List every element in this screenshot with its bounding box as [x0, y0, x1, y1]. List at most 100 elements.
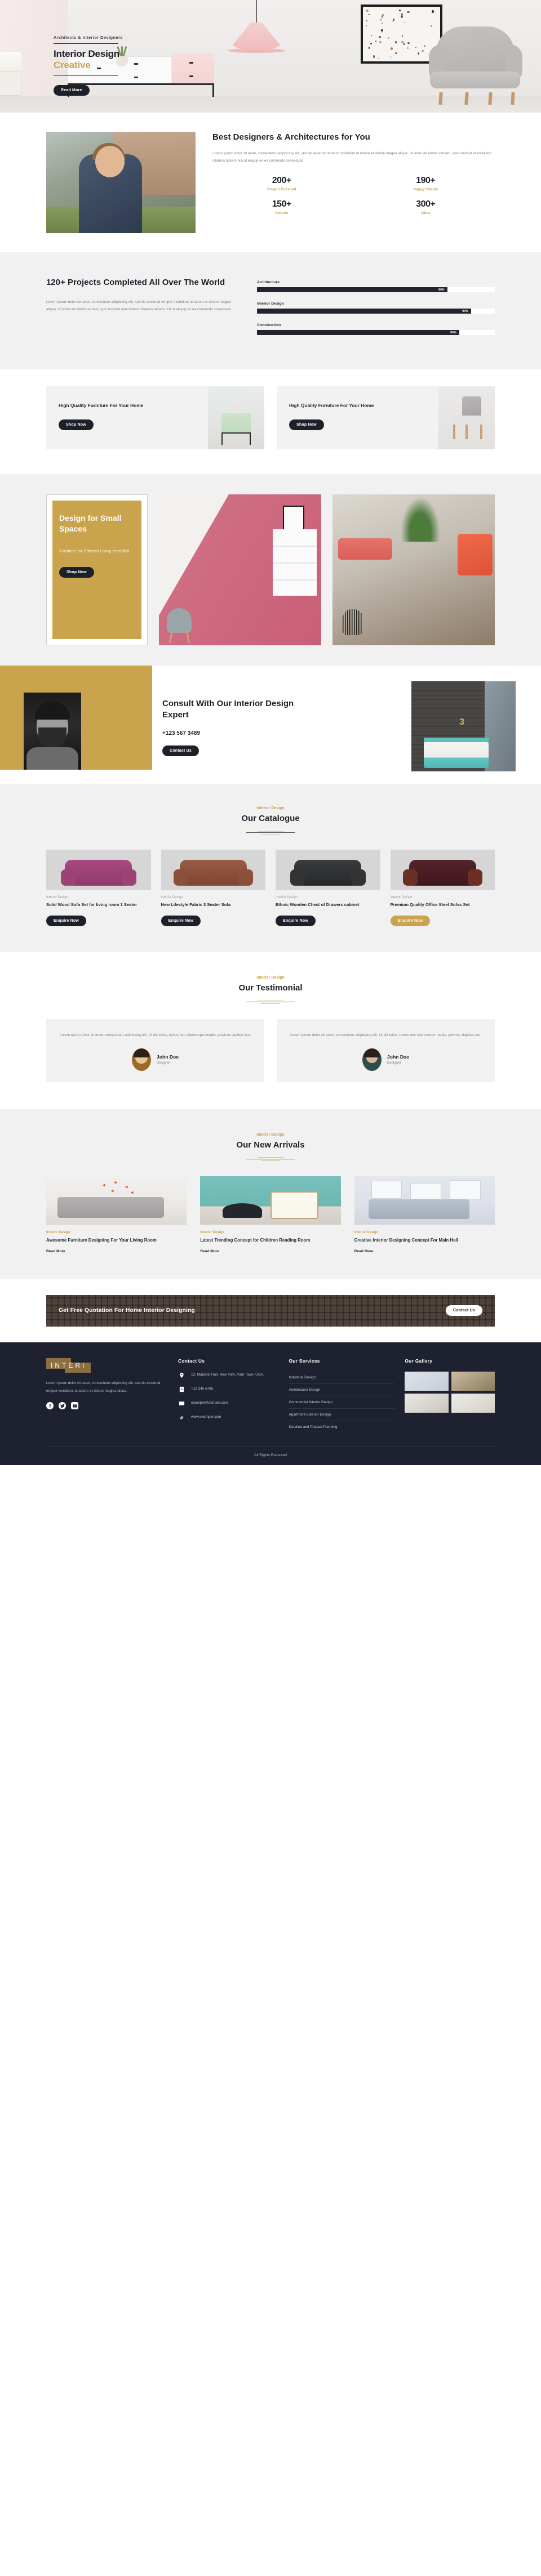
footer-brand-column: INTERI Lorem ipsum dolor sit amet, conse… [46, 1358, 168, 1433]
footer-service-link[interactable]: Commercial Interior Design [289, 1396, 394, 1409]
cta-heading: Get Free Quotation For Home Interior Des… [59, 1307, 195, 1314]
catalogue-tag: Interior Design [391, 896, 495, 899]
testimonial-quote: Lorem ipsum dolor sit amet, consectetur … [60, 1032, 251, 1039]
hero-rule-bottom [54, 75, 118, 77]
footer-service-link[interactable]: Apartment Exterior Design [289, 1409, 394, 1421]
footer-logo-text: INTERI [51, 1361, 86, 1369]
promo-shop-now-button[interactable]: Shop Now [289, 419, 324, 430]
catalogue-enquire-button[interactable]: Enquire Now [391, 916, 431, 926]
catalogue-enquire-button[interactable]: Enquire Now [46, 916, 86, 926]
catalogue-eyebrow: Interior Design [46, 806, 495, 810]
contact-email[interactable]: example@domain.com [178, 1400, 278, 1407]
consult-section: Consult With Our Interior Design Expert … [0, 666, 541, 784]
arrival-card[interactable]: Interior Design Latest Trending Concept … [200, 1176, 340, 1253]
catalogue-name: Premium Quality Office Steel Sofas Set [391, 901, 495, 909]
footer-services-column: Our Services Industrial Design Architect… [289, 1358, 394, 1433]
location-pin-icon [178, 1372, 185, 1379]
testimonial-role: Designer [157, 1061, 179, 1065]
arrival-tag: Interior Design [46, 1231, 187, 1234]
cta-banner: Get Free Quotation For Home Interior Des… [46, 1295, 495, 1327]
arrival-title: Latest Trending Concept for Children Rea… [200, 1236, 340, 1244]
arrival-read-more-link[interactable]: Read More [200, 1249, 340, 1253]
small-spaces-heading: Design for Small Spaces [59, 513, 134, 534]
arrival-read-more-link[interactable]: Read More [354, 1249, 495, 1253]
catalogue-tag: Interior Design [46, 896, 151, 899]
storage-boxes [0, 71, 21, 96]
consultant-photo [24, 693, 81, 770]
contact-website[interactable]: www.example.com [178, 1414, 278, 1421]
table-lamp [0, 52, 21, 71]
social-links [46, 1402, 168, 1409]
contact-address: 12, Majestic Hall, New York, Park Town, … [178, 1372, 278, 1379]
footer-about: Lorem ipsum dolor sit amet, consectetur … [46, 1379, 168, 1395]
cta-section: Get Free Quotation For Home Interior Des… [0, 1279, 541, 1342]
consult-contact-button[interactable]: Contact Us [162, 745, 199, 756]
youtube-icon[interactable] [71, 1402, 78, 1409]
skill-track: 80% [257, 287, 495, 292]
catalogue-enquire-button[interactable]: Enquire Now [161, 916, 201, 926]
small-spaces-card: Design for Small Spaces Furniture for Ef… [46, 494, 148, 645]
footer-logo[interactable]: INTERI [46, 1358, 91, 1373]
arrival-tag: Interior Design [200, 1231, 340, 1234]
testimonial-card: Lorem ipsum dolor sit amet, consectetur … [46, 1019, 264, 1082]
gallery-thumb[interactable] [451, 1394, 495, 1413]
catalogue-tag: Interior Design [161, 896, 266, 899]
arrivals-eyebrow: Interior Design [46, 1133, 495, 1137]
skill-label: Construction [257, 323, 495, 327]
promo-shop-now-button[interactable]: Shop Now [59, 419, 94, 430]
catalogue-item[interactable]: Interior Design Premium Quality Office S… [391, 850, 495, 926]
skill-label: Architecture [257, 280, 495, 284]
link-icon [178, 1414, 185, 1421]
projects-heading: 120+ Projects Completed All Over The Wor… [46, 277, 232, 288]
consult-room-image: 3 [411, 681, 516, 771]
catalogue-item[interactable]: Interior Design Solid Wood Sofa Set for … [46, 850, 151, 926]
catalogue-item[interactable]: Interior Design New Lifestyle Fabric 3 S… [161, 850, 266, 926]
small-spaces-shop-now-button[interactable]: Shop Now [59, 567, 94, 578]
testimonial-name: John Doe [387, 1054, 409, 1060]
testimonial-card: Lorem ipsum dolor sit amet, consectetur … [277, 1019, 495, 1082]
footer-contact-heading: Contact Us [178, 1358, 278, 1364]
gallery-thumb[interactable] [451, 1372, 495, 1391]
catalogue-enquire-button[interactable]: Enquire Now [276, 916, 316, 926]
consult-phone[interactable]: +123 567 3489 [162, 730, 309, 736]
arrival-read-more-link[interactable]: Read More [46, 1249, 187, 1253]
section-ornament [246, 1157, 295, 1162]
arrival-title: Awesome Furniture Designing For Your Liv… [46, 1236, 187, 1244]
cta-contact-button[interactable]: Contact Us [446, 1305, 482, 1316]
testimonial-name: John Doe [157, 1054, 179, 1060]
facebook-icon[interactable] [46, 1402, 54, 1409]
footer-service-link[interactable]: Detailed and Phased Planning [289, 1421, 394, 1433]
designer-photo [46, 132, 196, 233]
stat-label: Awards [212, 211, 351, 215]
catalogue-image [161, 850, 266, 890]
hero-title-line2: Creative [54, 60, 123, 71]
hero-read-more-button[interactable]: Read More [54, 85, 90, 96]
arrival-card[interactable]: Interior Design Awesome Furniture Design… [46, 1176, 187, 1253]
skill-track: 90% [257, 309, 495, 314]
gallery-thumb[interactable] [405, 1372, 448, 1391]
gallery-thumb[interactable] [405, 1394, 448, 1413]
footer-service-link[interactable]: Industrial Design [289, 1372, 394, 1384]
promo-section: High Quality Furniture For Your Home Sho… [0, 369, 541, 474]
skill-bars-chart: Architecture 80% Interior Design 90% Con… [257, 277, 495, 345]
promo-card[interactable]: High Quality Furniture For Your Home Sho… [46, 386, 264, 449]
small-spaces-subtext: Furniture for Efficient Living from $68 [59, 547, 134, 556]
arrival-card[interactable]: Interior Design Creative Interior Design… [354, 1176, 495, 1253]
stat-label: Happy Clients [357, 187, 495, 191]
stat-item: 200+ Project Finished [212, 176, 351, 191]
arrival-title: Creative Interior Designing Concept For … [354, 1236, 495, 1244]
projects-paragraph: Lorem ipsum dolor sit amet, consectetur … [46, 298, 232, 313]
footer-service-link[interactable]: Architecture Design [289, 1384, 394, 1396]
twitter-icon[interactable] [59, 1402, 66, 1409]
skill-label: Interior Design [257, 302, 495, 306]
site-footer: INTERI Lorem ipsum dolor sit amet, conse… [0, 1342, 541, 1465]
section-ornament [246, 999, 295, 1004]
about-paragraph: Lorem ipsum dolor sit amet, consectetur … [212, 150, 495, 164]
hero-banner: Architects & Interior Designers Interior… [0, 0, 541, 113]
catalogue-item[interactable]: Interior Design Ethnic Wooden Chest of D… [276, 850, 380, 926]
arrivals-section: Interior Design Our New Arrivals Interio… [0, 1109, 541, 1279]
promo-card[interactable]: High Quality Furniture For Your Home Sho… [277, 386, 495, 449]
promo-image [208, 386, 264, 449]
contact-phone[interactable]: +12 345 6785 [178, 1386, 278, 1393]
footer-gallery-heading: Our Gallery [405, 1358, 495, 1364]
